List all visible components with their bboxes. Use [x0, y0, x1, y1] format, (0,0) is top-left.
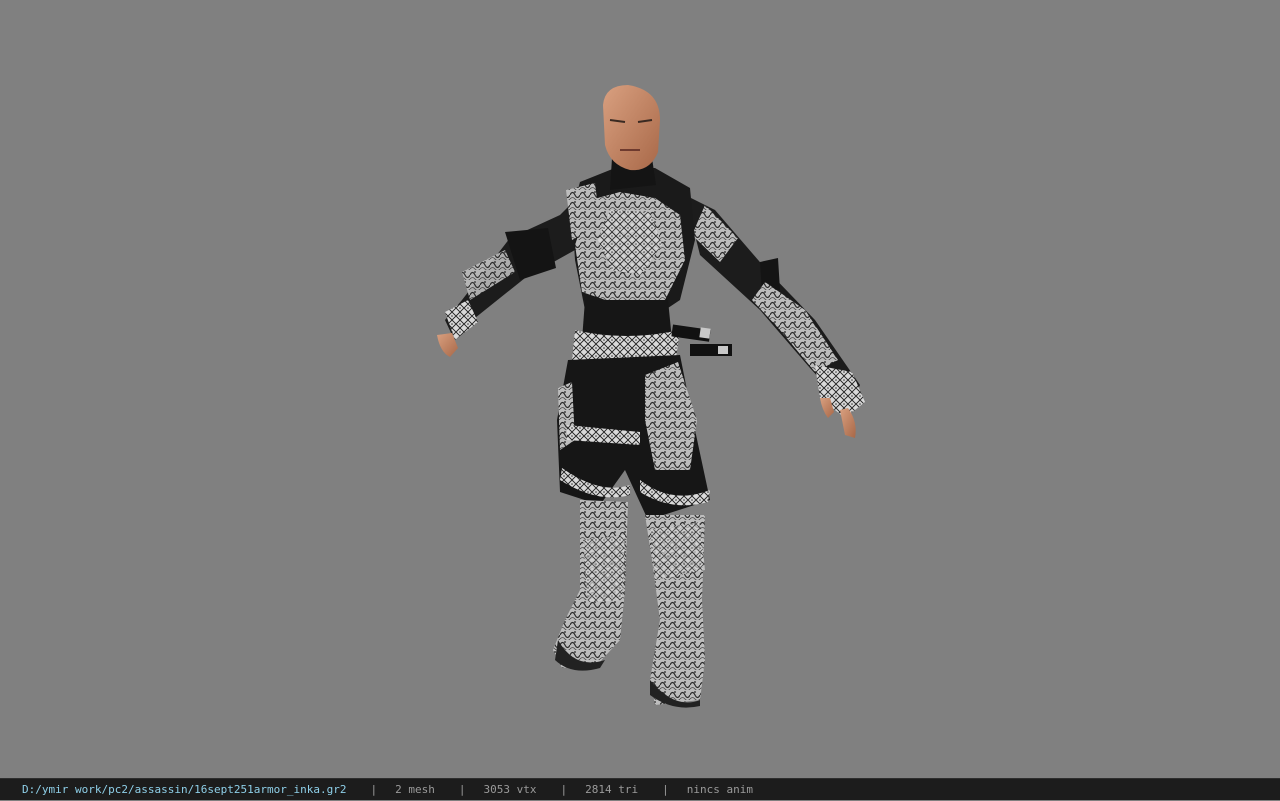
character-model [437, 85, 865, 708]
file-path: D:/ymir work/pc2/assassin/16sept251armor… [22, 782, 347, 796]
separator: | [370, 782, 378, 796]
separator: | [458, 782, 466, 796]
status-bar: D:/ymir work/pc2/assassin/16sept251armor… [0, 778, 1280, 800]
triangle-count: 2814 tri [585, 782, 639, 796]
animation-status: nincs anim [686, 782, 753, 796]
separator: | [560, 782, 568, 796]
3d-viewport[interactable] [0, 0, 1280, 778]
separator: | [662, 782, 669, 796]
vertex-count: 3053 vtx [483, 782, 537, 796]
mesh-count: 2 mesh [395, 782, 435, 796]
